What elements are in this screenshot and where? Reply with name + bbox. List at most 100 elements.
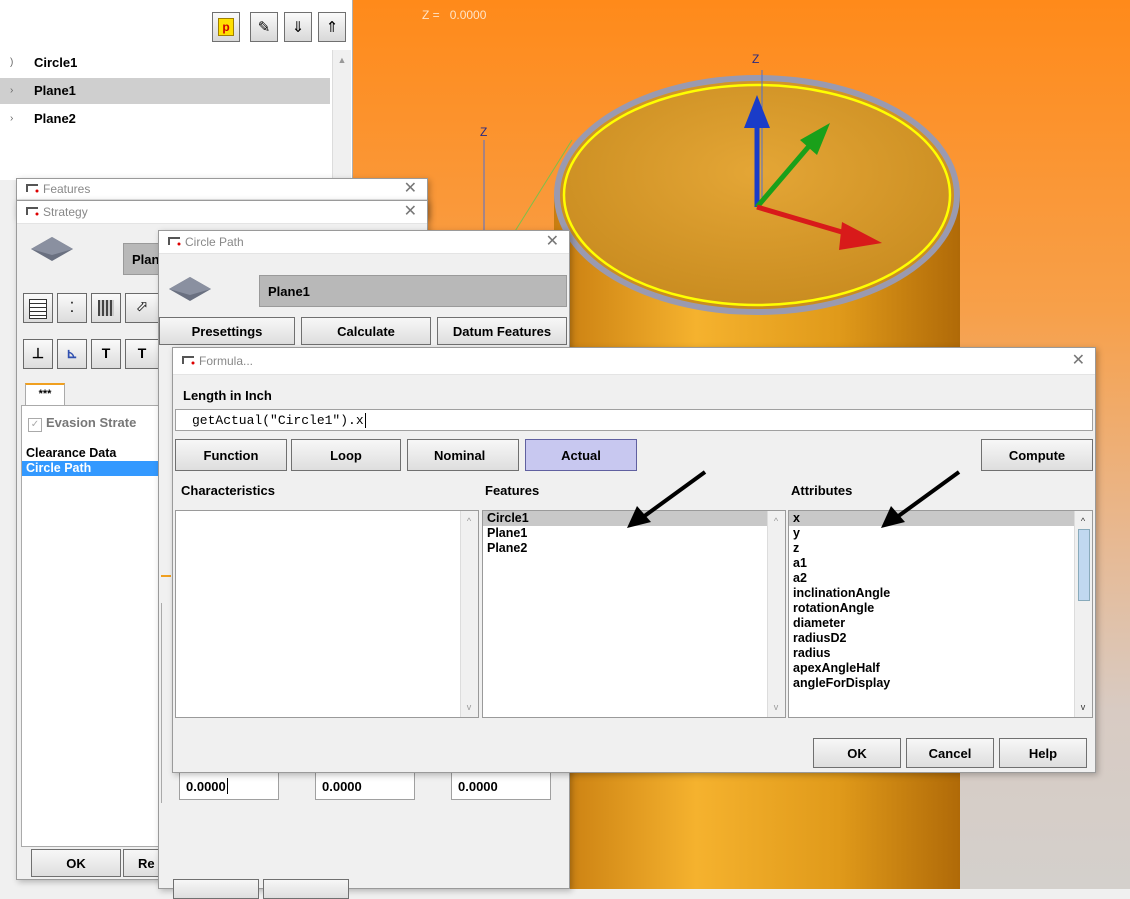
- formula-help-button[interactable]: Help: [999, 738, 1087, 768]
- characteristics-list[interactable]: ^ v: [175, 510, 479, 718]
- tree-item-plane2[interactable]: › Plane2: [0, 106, 330, 132]
- panel-divider: [161, 603, 172, 803]
- formula-window: Formula... ✕ Length in Inch getActual("C…: [172, 347, 1096, 773]
- axis-tool-4-button[interactable]: T: [125, 339, 159, 369]
- formula-title: Formula...: [199, 354, 254, 368]
- scroll-up-icon[interactable]: ^: [1075, 513, 1091, 529]
- attribute-item-diameter[interactable]: diameter: [789, 616, 1092, 631]
- grid-view-button[interactable]: [91, 293, 121, 323]
- tree-item-label: Circle1: [34, 55, 78, 70]
- tree-item-plane1[interactable]: › Plane1: [0, 78, 330, 104]
- list-icon: [29, 299, 47, 319]
- expand-icon[interactable]: ›: [10, 106, 13, 132]
- calculate-button[interactable]: Calculate: [301, 317, 431, 345]
- feature-tree-panel: p ✎ ⇓ ⇑ ) Circle1 › Plane1 › Plane2 ▲: [0, 0, 353, 180]
- attribute-item-inclination-angle[interactable]: inclinationAngle: [789, 586, 1092, 601]
- close-icon[interactable]: ✕: [404, 201, 417, 223]
- move-up-toolbar-button[interactable]: ⇑: [318, 12, 346, 42]
- nominal-button[interactable]: Nominal: [407, 439, 519, 471]
- scroll-down-icon[interactable]: v: [1075, 699, 1091, 715]
- features-scrollbar[interactable]: ^ v: [767, 511, 785, 717]
- scroll-down-icon[interactable]: v: [768, 699, 784, 715]
- expand-icon[interactable]: ›: [10, 78, 13, 104]
- presettings-button[interactable]: Presettings: [159, 317, 295, 345]
- features-header: Features: [485, 483, 540, 498]
- arrow-up-icon: ⇑: [325, 19, 339, 36]
- attribute-item-z[interactable]: z: [789, 541, 1092, 556]
- close-icon[interactable]: ✕: [404, 179, 417, 199]
- axis-tool-2-button[interactable]: ⊾: [57, 339, 87, 369]
- circle-path-field-2[interactable]: 0.0000: [315, 772, 415, 800]
- datum-features-button[interactable]: Datum Features: [437, 317, 567, 345]
- formula-ok-button[interactable]: OK: [813, 738, 901, 768]
- list-item-clearance-data[interactable]: Clearance Data: [22, 446, 170, 461]
- formula-cancel-button[interactable]: Cancel: [906, 738, 994, 768]
- attribute-item-radius-d2[interactable]: radiusD2: [789, 631, 1092, 646]
- move-down-toolbar-button[interactable]: ⇓: [284, 12, 312, 42]
- function-button[interactable]: Function: [175, 439, 287, 471]
- p-toolbar-button[interactable]: p: [212, 12, 240, 42]
- axis-tool-1-button[interactable]: ⊥: [23, 339, 53, 369]
- z-readout: Z = 0.0000: [422, 8, 486, 22]
- features-title: Features: [43, 182, 91, 196]
- attribute-item-rotation-angle[interactable]: rotationAngle: [789, 601, 1092, 616]
- scroll-up-icon[interactable]: ^: [768, 513, 784, 529]
- window-icon: [26, 207, 39, 216]
- formula-value: getActual("Circle1").x: [192, 412, 364, 428]
- features-list[interactable]: Circle1 Plane1 Plane2 ^ v: [482, 510, 786, 718]
- axis-tool-3-button[interactable]: T: [91, 339, 121, 369]
- circle-path-field-1[interactable]: 0.0000: [179, 772, 279, 800]
- strategy-titlebar[interactable]: Strategy ✕: [17, 201, 427, 224]
- scroll-up-icon[interactable]: ▲: [334, 52, 350, 68]
- dots-icon: ⁚: [69, 299, 75, 315]
- list-item-circle-path[interactable]: Circle Path: [22, 461, 170, 476]
- table-view-button[interactable]: [23, 293, 53, 323]
- features-list-item-plane2[interactable]: Plane2: [483, 541, 785, 556]
- axis-tool-icon: ⊥: [31, 345, 45, 361]
- loop-button[interactable]: Loop: [291, 439, 401, 471]
- text-cursor: [364, 412, 366, 428]
- expand-icon[interactable]: ): [10, 50, 13, 76]
- sketch-view-button[interactable]: ⬀: [125, 293, 159, 323]
- evasion-checkbox[interactable]: ✓: [28, 418, 42, 432]
- attribute-item-apex-angle-half[interactable]: apexAngleHalf: [789, 661, 1092, 676]
- tree-item-circle1[interactable]: ) Circle1: [0, 50, 330, 76]
- attribute-item-angle-for-display[interactable]: angleForDisplay: [789, 676, 1092, 691]
- strategy-reset-button[interactable]: Re: [123, 849, 163, 877]
- points-view-button[interactable]: ⁚: [57, 293, 87, 323]
- orange-marker: [161, 575, 171, 577]
- p-icon: p: [218, 18, 234, 36]
- attributes-scrollbar[interactable]: ^ v: [1074, 511, 1092, 717]
- features-titlebar[interactable]: Features ✕: [17, 179, 427, 200]
- close-icon[interactable]: ✕: [1072, 348, 1085, 374]
- tab-stars[interactable]: ***: [25, 383, 65, 407]
- circle-path-bottom-button-2[interactable]: [263, 879, 349, 899]
- field-value: 0.0000: [186, 778, 226, 794]
- scroll-up-icon[interactable]: ^: [461, 513, 477, 529]
- circle-path-bottom-button-1[interactable]: [173, 879, 259, 899]
- window-icon: [182, 356, 195, 365]
- attribute-item-radius[interactable]: radius: [789, 646, 1092, 661]
- compute-button[interactable]: Compute: [981, 439, 1093, 471]
- characteristics-scrollbar[interactable]: ^ v: [460, 511, 478, 717]
- attribute-item-a1[interactable]: a1: [789, 556, 1092, 571]
- attributes-list[interactable]: x y z a1 a2 inclinationAngle rotationAng…: [788, 510, 1093, 718]
- scroll-down-icon[interactable]: v: [461, 699, 477, 715]
- close-icon[interactable]: ✕: [546, 231, 559, 253]
- circle-path-titlebar[interactable]: Circle Path ✕: [159, 231, 569, 254]
- tree-scrollbar[interactable]: ▲: [332, 50, 351, 180]
- attribute-item-a2[interactable]: a2: [789, 571, 1092, 586]
- pencil-toolbar-button[interactable]: ✎: [250, 12, 278, 42]
- text-cursor: [226, 778, 228, 794]
- circle-path-field-3[interactable]: 0.0000: [451, 772, 551, 800]
- characteristics-header: Characteristics: [181, 483, 275, 498]
- scroll-thumb[interactable]: [1078, 529, 1090, 601]
- strategy-ok-button[interactable]: OK: [31, 849, 121, 877]
- window-icon: [26, 184, 39, 193]
- window-icon: [168, 237, 181, 246]
- strategy-list: Clearance Data Circle Path: [22, 446, 170, 476]
- formula-titlebar[interactable]: Formula... ✕: [173, 348, 1095, 375]
- formula-input[interactable]: getActual("Circle1").x: [175, 409, 1093, 431]
- sketch-icon: ⬀: [135, 298, 149, 315]
- z-readout-label: Z =: [422, 8, 440, 22]
